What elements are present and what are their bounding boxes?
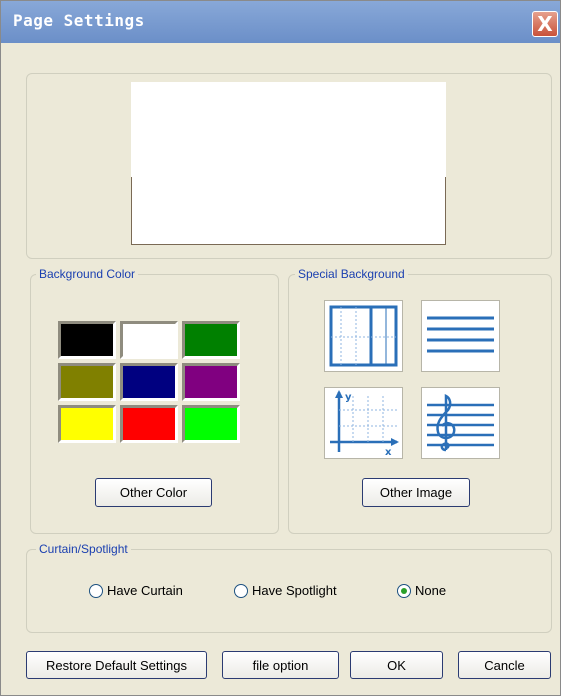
color-swatch-red[interactable]: [120, 405, 178, 443]
page-preview: [131, 82, 446, 245]
cancel-label: Cancle: [484, 657, 525, 673]
other-image-button[interactable]: Other Image: [362, 478, 470, 507]
have-curtain-label: Have Curtain: [107, 583, 183, 598]
lines-icon: [427, 316, 494, 353]
color-swatch-green[interactable]: [182, 321, 240, 359]
special-background-label: Special Background: [295, 267, 408, 281]
restore-default-settings-button[interactable]: Restore Default Settings: [26, 651, 207, 679]
other-image-label: Other Image: [379, 485, 453, 500]
grid-icon: [329, 305, 398, 367]
music-staff-background-tile[interactable]: [421, 387, 500, 459]
other-color-label: Other Color: [119, 485, 188, 500]
dialog-title: Page Settings: [13, 11, 145, 30]
radio-selected-dot: [401, 588, 407, 594]
file-option-button[interactable]: file option: [222, 651, 339, 679]
background-color-label: Background Color: [36, 267, 139, 281]
color-swatch-yellow[interactable]: [58, 405, 116, 443]
radio-circle[interactable]: [397, 584, 411, 598]
axes-icon: y x: [330, 390, 399, 458]
axis-y-label: y: [345, 392, 352, 403]
ok-button[interactable]: OK: [350, 651, 443, 679]
page-settings-dialog: Page Settings X Background Color Other C…: [0, 0, 561, 696]
music-staff-icon: [427, 393, 494, 452]
ok-label: OK: [387, 657, 406, 673]
color-swatch-black[interactable]: [58, 321, 116, 359]
color-swatch-purple[interactable]: [182, 363, 240, 401]
lines-background-tile[interactable]: [421, 300, 500, 372]
radio-circle[interactable]: [89, 584, 103, 598]
close-icon: X: [537, 12, 553, 36]
color-swatch-lime[interactable]: [182, 405, 240, 443]
color-swatch-white[interactable]: [120, 321, 178, 359]
grid-background-tile[interactable]: [324, 300, 403, 372]
axes-background-tile[interactable]: y x: [324, 387, 403, 459]
axis-x-label: x: [385, 447, 392, 458]
none-label: None: [415, 583, 447, 598]
color-swatch-navy[interactable]: [120, 363, 178, 401]
have-spotlight-label: Have Spotlight: [252, 583, 337, 598]
radio-circle[interactable]: [234, 584, 248, 598]
color-swatch-olive[interactable]: [58, 363, 116, 401]
color-swatch-grid: [56, 319, 244, 445]
restore-default-settings-label: Restore Default Settings: [46, 657, 187, 673]
curtain-spotlight-label: Curtain/Spotlight: [36, 542, 131, 556]
file-option-label: file option: [252, 657, 309, 673]
cancel-button[interactable]: Cancle: [458, 651, 551, 679]
other-color-button[interactable]: Other Color: [95, 478, 212, 507]
title-bar[interactable]: Page Settings X: [1, 1, 560, 43]
close-button[interactable]: X: [532, 11, 558, 37]
